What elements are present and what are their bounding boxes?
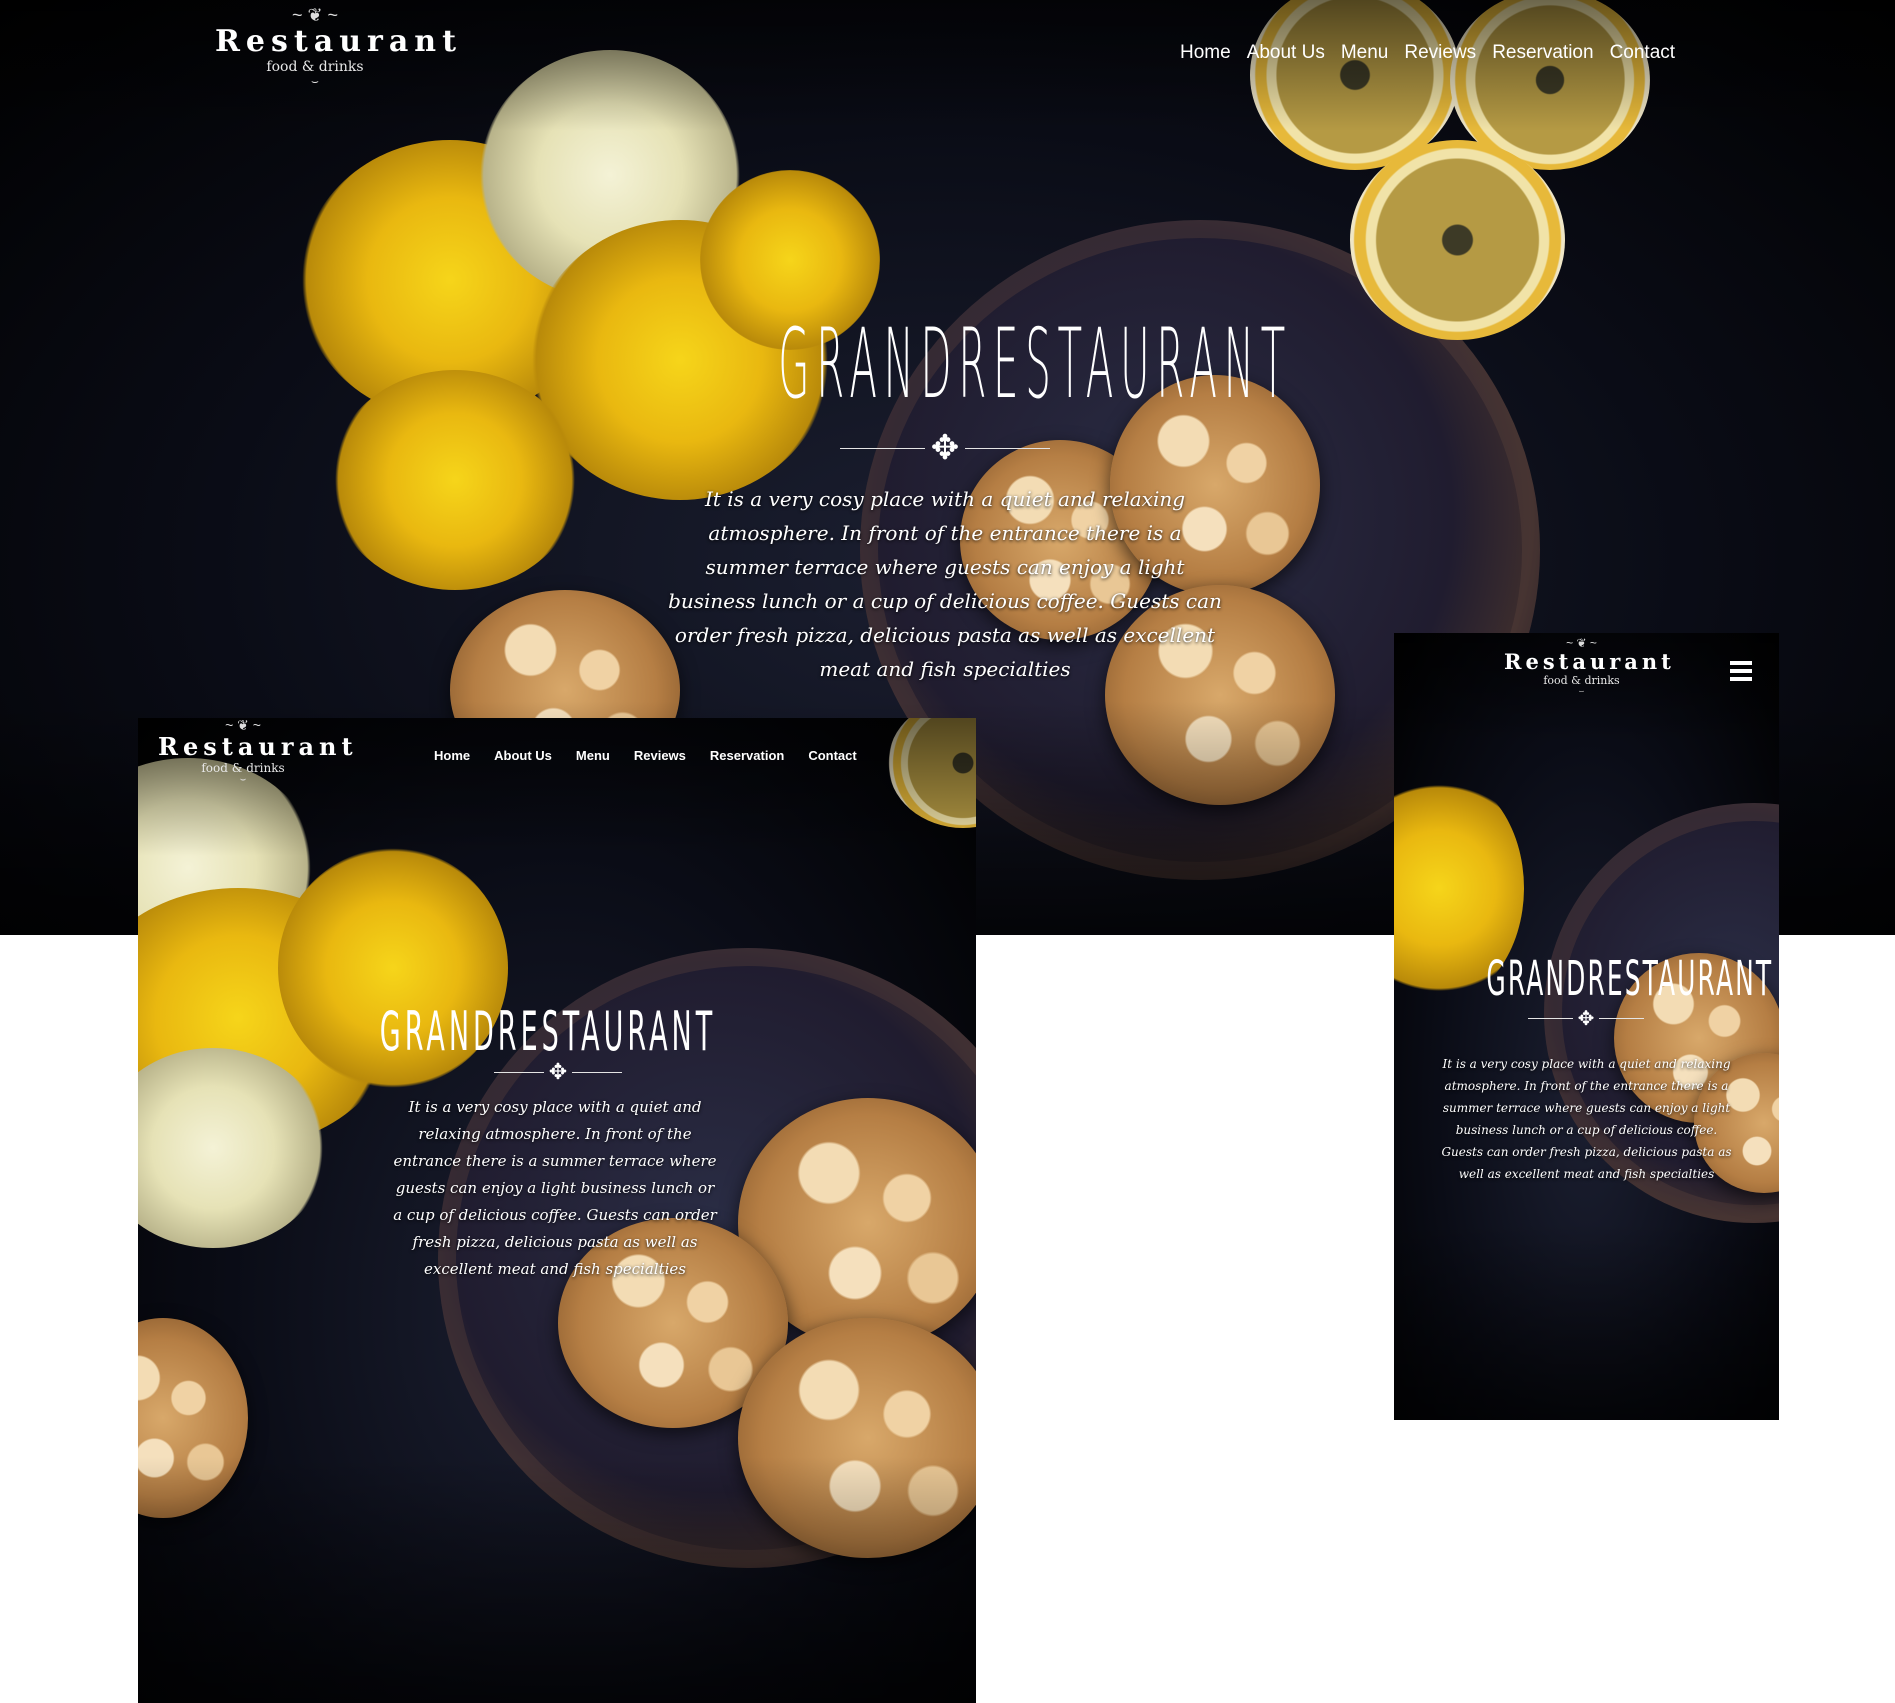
hero-title: GRANDRESTAURANT <box>1486 951 1774 1007</box>
ornament-top-icon: ~ ❦ ~ <box>291 5 339 25</box>
ornament-bottom-icon: ⌣ <box>311 74 319 88</box>
hero-title: GRANDRESTAURANT <box>778 308 1292 420</box>
brand-name: Restaurant <box>158 732 358 761</box>
main-nav: Home About Us Menu Reviews Reservation C… <box>434 748 857 763</box>
brand-name: Restaurant <box>215 24 462 59</box>
nav-item-about-us[interactable]: About Us <box>494 748 552 763</box>
brand-tagline: food & drinks <box>201 761 285 775</box>
nav-item-home[interactable]: Home <box>1180 42 1231 64</box>
ornament-bottom-icon: ⌣ <box>239 774 247 785</box>
nav-item-menu[interactable]: Menu <box>576 748 610 763</box>
mobile-preview: ~ ❦ ~ Restaurant food & drinks ⌣ GRANDRE… <box>1394 633 1779 1420</box>
nav-item-reviews[interactable]: Reviews <box>634 748 686 763</box>
brand-name: Restaurant <box>1504 649 1675 674</box>
ornament-bottom-icon: ⌣ <box>1578 686 1585 696</box>
knot-ornament-icon: ✥ <box>930 429 960 467</box>
hamburger-menu-icon[interactable] <box>1730 661 1752 685</box>
hero-description: It is a very cosy place with a quiet and… <box>393 1098 717 1278</box>
nav-item-reviews[interactable]: Reviews <box>1404 42 1476 64</box>
main-nav: Home About Us Menu Reviews Reservation C… <box>1180 42 1675 64</box>
ornament-top-icon: ~ ❦ ~ <box>225 718 261 733</box>
hero-description: It is a very cosy place with a quiet and… <box>1441 1057 1732 1181</box>
nav-item-contact[interactable]: Contact <box>1610 42 1675 64</box>
nav-item-reservation[interactable]: Reservation <box>710 748 784 763</box>
tablet-preview: ~ ❦ ~ Restaurant food & drinks ⌣ Home Ab… <box>138 718 976 1703</box>
brand-logo[interactable]: ~ ❦ ~ Restaurant food & drinks ⌣ <box>215 5 462 88</box>
hero-divider: ✥ <box>825 429 1065 467</box>
hero-divider: ✥ <box>1511 1007 1661 1030</box>
hero-description: It is a very cosy place with a quiet and… <box>668 487 1222 681</box>
brand-logo[interactable]: ~ ❦ ~ Restaurant food & drinks ⌣ <box>1504 636 1675 696</box>
brand-logo[interactable]: ~ ❦ ~ Restaurant food & drinks ⌣ <box>158 718 358 785</box>
knot-ornament-icon: ✥ <box>548 1059 568 1084</box>
nav-item-about-us[interactable]: About Us <box>1247 42 1325 64</box>
nav-item-home[interactable]: Home <box>434 748 470 763</box>
knot-ornament-icon: ✥ <box>1577 1007 1595 1030</box>
nav-item-reservation[interactable]: Reservation <box>1492 42 1593 64</box>
hero-title: GRANDRESTAURANT <box>379 1000 717 1063</box>
hero-divider: ✥ <box>478 1059 638 1084</box>
nav-item-contact[interactable]: Contact <box>808 748 856 763</box>
ornament-top-icon: ~ ❦ ~ <box>1566 636 1597 650</box>
nav-item-menu[interactable]: Menu <box>1341 42 1389 64</box>
brand-tagline: food & drinks <box>266 59 364 75</box>
